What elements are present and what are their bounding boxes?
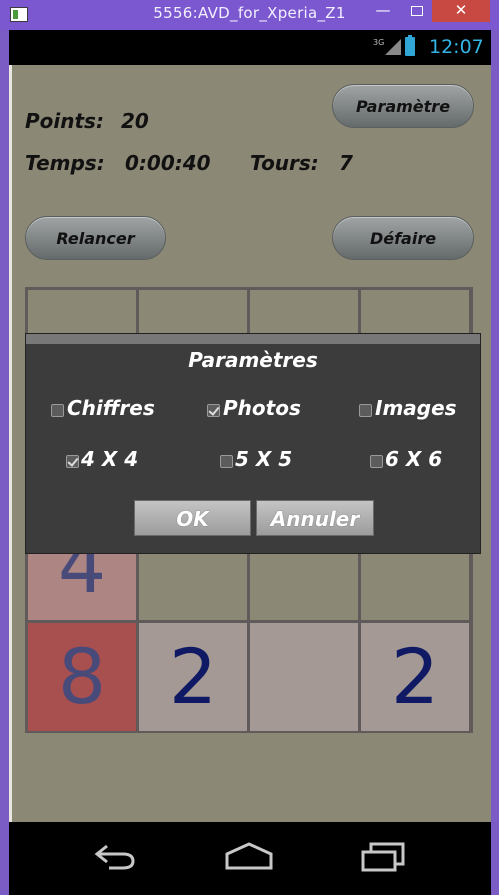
- settings-dialog: Paramètres Chiffres Photos Images 4 X 4 …: [25, 333, 481, 554]
- images-option-label[interactable]: Images: [375, 396, 457, 420]
- dialog-title: Paramètres: [188, 348, 318, 372]
- size-4x4-checkbox[interactable]: [66, 455, 79, 468]
- maximize-button[interactable]: [404, 0, 430, 22]
- close-button[interactable]: ✕: [432, 0, 490, 22]
- restart-button[interactable]: Relancer: [25, 216, 166, 260]
- time-value: 0:00:40: [125, 151, 211, 175]
- turns-label: Tours:: [250, 151, 319, 175]
- back-icon[interactable]: [91, 840, 139, 878]
- android-nav-bar: [9, 822, 491, 895]
- maximize-icon: [411, 6, 423, 16]
- time-label: Temps:: [25, 151, 105, 175]
- screen-edge: [9, 65, 12, 822]
- points-label: Points:: [25, 109, 104, 133]
- size-5x5-label[interactable]: 5 X 5: [235, 447, 292, 471]
- digits-option-label[interactable]: Chiffres: [67, 396, 155, 420]
- android-status-bar: 3G 12:07: [9, 30, 491, 65]
- points-value: 20: [121, 109, 149, 133]
- board-cell[interactable]: [250, 623, 358, 731]
- board-cell[interactable]: 2: [139, 623, 247, 731]
- size-6x6-checkbox[interactable]: [370, 455, 383, 468]
- network-type: 3G: [373, 38, 385, 47]
- app-content: Paramètre Points: 20 Temps: 0:00:40 Tour…: [9, 65, 491, 822]
- settings-button[interactable]: Paramètre: [332, 84, 474, 128]
- dialog-top-bar: [26, 334, 480, 344]
- tile-number: 2: [168, 632, 218, 721]
- battery-icon: [405, 35, 415, 56]
- board-cell[interactable]: 8: [28, 623, 136, 731]
- ok-button[interactable]: OK: [134, 500, 251, 536]
- minimize-button[interactable]: —: [370, 0, 396, 22]
- size-4x4-label[interactable]: 4 X 4: [81, 447, 138, 471]
- recent-apps-icon[interactable]: [359, 840, 407, 878]
- photos-checkbox[interactable]: [207, 404, 220, 417]
- photos-option-label[interactable]: Photos: [223, 396, 301, 420]
- signal-icon: [385, 39, 401, 55]
- tile-number: 8: [57, 632, 107, 721]
- turns-value: 7: [339, 151, 353, 175]
- tile-number: 2: [390, 632, 440, 721]
- window-title-bar: 5556:AVD_for_Xperia_Z1 — ✕: [0, 0, 499, 30]
- size-6x6-label[interactable]: 6 X 6: [385, 447, 442, 471]
- status-clock: 12:07: [429, 36, 484, 58]
- undo-button[interactable]: Défaire: [332, 216, 474, 260]
- home-icon[interactable]: [223, 840, 275, 878]
- images-checkbox[interactable]: [359, 404, 372, 417]
- board-cell[interactable]: 2: [361, 623, 469, 731]
- digits-checkbox[interactable]: [51, 404, 64, 417]
- cancel-button[interactable]: Annuler: [256, 500, 374, 536]
- size-5x5-checkbox[interactable]: [220, 455, 233, 468]
